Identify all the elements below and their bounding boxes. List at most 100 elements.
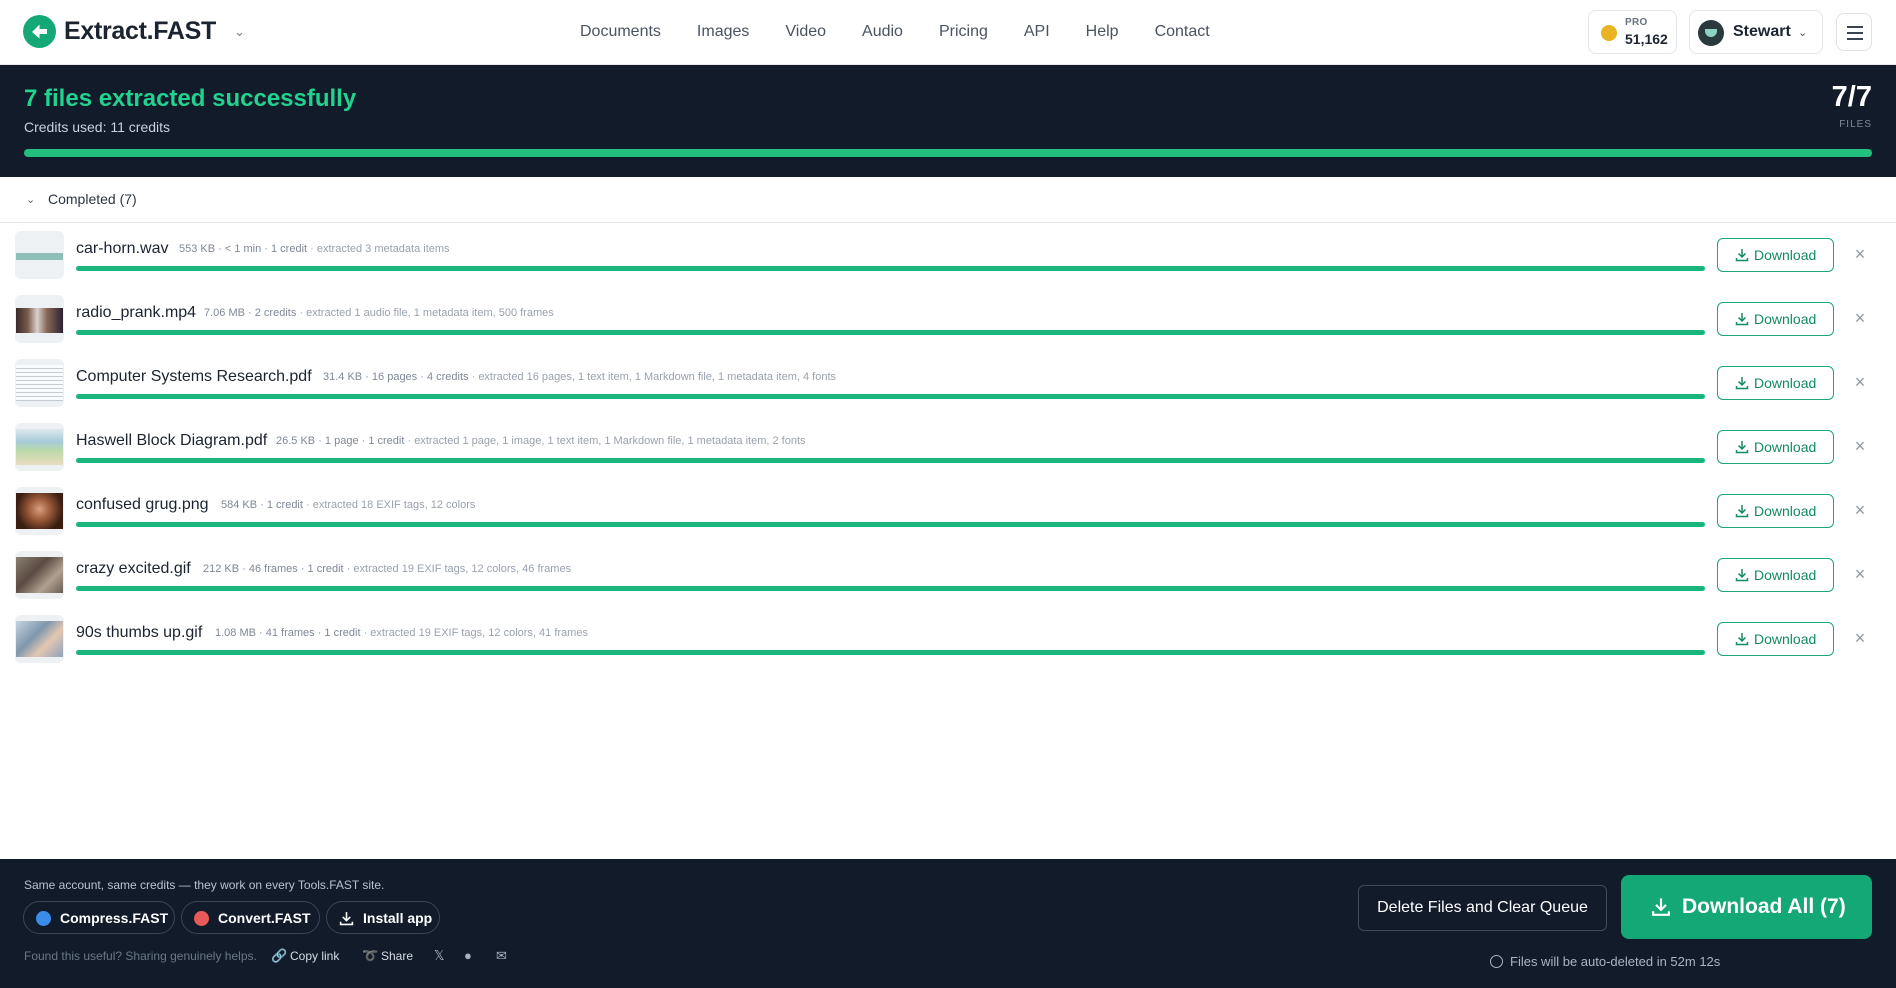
- file-row: radio_prank.mp4 7.06 MB · 2 credits · ex…: [0, 287, 1896, 351]
- remove-file-icon[interactable]: ×: [1851, 307, 1869, 329]
- reddit-icon[interactable]: ●: [464, 948, 472, 963]
- download-button[interactable]: Download: [1717, 430, 1834, 464]
- file-extracted: · extracted 16 pages, 1 text item, 1 Mar…: [471, 371, 836, 383]
- top-header: Extract.FAST ⌄ Documents Images Video Au…: [0, 0, 1896, 65]
- logo-text: Extract.FAST: [64, 17, 217, 45]
- file-meta: 31.4 KB · 16 pages · 4 credits · extract…: [323, 371, 836, 383]
- nav-documents[interactable]: Documents: [580, 23, 661, 41]
- file-meta: 212 KB · 46 frames · 1 credit · extracte…: [203, 563, 571, 575]
- nav-help[interactable]: Help: [1086, 23, 1119, 41]
- download-icon: [1735, 249, 1749, 262]
- file-count-label: FILES: [1839, 119, 1872, 130]
- file-stats: 31.4 KB · 16 pages · 4 credits: [323, 371, 469, 383]
- nav-audio[interactable]: Audio: [862, 23, 903, 41]
- remove-file-icon[interactable]: ×: [1851, 435, 1869, 457]
- clock-icon: [1490, 955, 1503, 968]
- file-row: confused grug.png 584 KB · 1 credit · ex…: [0, 479, 1896, 543]
- auto-delete-timer: Files will be auto-deleted in 52m 12s: [1490, 954, 1720, 969]
- overall-progress-bar: [24, 149, 1872, 157]
- download-button[interactable]: Download: [1717, 302, 1834, 336]
- remove-file-icon[interactable]: ×: [1851, 371, 1869, 393]
- copy-link-button[interactable]: Copy link: [290, 949, 339, 963]
- file-stats: 212 KB · 46 frames · 1 credit: [203, 563, 344, 575]
- remove-file-icon[interactable]: ×: [1851, 243, 1869, 265]
- download-button[interactable]: Download: [1717, 622, 1834, 656]
- compress-icon: [36, 911, 51, 926]
- download-icon: [339, 912, 354, 926]
- download-label: Download: [1754, 311, 1817, 327]
- download-label: Download: [1754, 567, 1817, 583]
- convert-fast-link[interactable]: Convert.FAST: [181, 901, 320, 934]
- file-stats: 553 KB · < 1 min · 1 credit: [179, 243, 308, 255]
- file-name: crazy excited.gif: [76, 560, 191, 577]
- download-button[interactable]: Download: [1717, 494, 1834, 528]
- download-all-button[interactable]: Download All (7): [1621, 875, 1872, 939]
- download-icon: [1735, 377, 1749, 390]
- status-title: 7 files extracted successfully: [24, 85, 357, 112]
- file-meta: 26.5 KB · 1 page · 1 credit · extracted …: [276, 435, 806, 447]
- remove-file-icon[interactable]: ×: [1851, 499, 1869, 521]
- nav-pricing[interactable]: Pricing: [939, 23, 988, 41]
- status-banner: 7 files extracted successfully Credits u…: [0, 65, 1896, 177]
- download-icon: [1735, 441, 1749, 454]
- file-row: Haswell Block Diagram.pdf 26.5 KB · 1 pa…: [0, 415, 1896, 479]
- remove-file-icon[interactable]: ×: [1851, 563, 1869, 585]
- remove-file-icon[interactable]: ×: [1851, 627, 1869, 649]
- file-thumbnail: [15, 423, 64, 471]
- install-app-button[interactable]: Install app: [326, 901, 440, 934]
- file-stats: 26.5 KB · 1 page · 1 credit: [276, 435, 405, 447]
- auto-delete-text: Files will be auto-deleted in 52m 12s: [1510, 954, 1721, 969]
- nav-video[interactable]: Video: [785, 23, 826, 41]
- footer-note: Same account, same credits — they work o…: [24, 878, 385, 892]
- download-label: Download: [1754, 439, 1817, 455]
- file-thumbnail: [15, 295, 64, 343]
- download-button[interactable]: Download: [1717, 558, 1834, 592]
- file-thumbnail: [15, 231, 64, 279]
- nav-images[interactable]: Images: [697, 23, 749, 41]
- main-nav: Documents Images Video Audio Pricing API…: [580, 0, 1246, 64]
- credits-used: Credits used: 11 credits: [24, 119, 171, 135]
- download-button[interactable]: Download: [1717, 238, 1834, 272]
- file-meta: 7.06 MB · 2 credits · extracted 1 audio …: [204, 307, 554, 319]
- file-extracted: · extracted 18 EXIF tags, 12 colors: [306, 499, 476, 511]
- download-icon: [1735, 313, 1749, 326]
- file-extracted: · extracted 1 audio file, 1 metadata ite…: [299, 307, 554, 319]
- download-label: Download: [1754, 375, 1817, 391]
- coin-icon: [1601, 25, 1617, 41]
- delete-files-button[interactable]: Delete Files and Clear Queue: [1358, 885, 1607, 931]
- file-progress-bar: [76, 586, 1705, 591]
- nav-api[interactable]: API: [1024, 23, 1050, 41]
- file-name: confused grug.png: [76, 496, 209, 513]
- email-icon[interactable]: ✉: [496, 948, 507, 964]
- file-stats: 1.08 MB · 41 frames · 1 credit: [215, 627, 361, 639]
- credits-badge[interactable]: PRO 51,162: [1588, 10, 1677, 54]
- plan-label: PRO: [1625, 17, 1648, 28]
- share-icon: ➰: [362, 948, 379, 963]
- file-thumbnail: [15, 551, 64, 599]
- file-row: car-horn.wav 553 KB · < 1 min · 1 credit…: [0, 223, 1896, 287]
- user-menu[interactable]: Stewart ⌄: [1689, 10, 1823, 54]
- download-label: Download: [1754, 247, 1817, 263]
- avatar: [1698, 20, 1724, 46]
- nav-contact[interactable]: Contact: [1155, 23, 1210, 41]
- logo[interactable]: Extract.FAST ⌄: [23, 15, 245, 48]
- chevron-down-icon[interactable]: ⌄: [234, 24, 245, 40]
- download-all-label: Download All (7): [1682, 895, 1846, 918]
- logo-icon: [23, 15, 56, 48]
- file-name: Computer Systems Research.pdf: [76, 368, 312, 385]
- file-extracted: · extracted 19 EXIF tags, 12 colors, 46 …: [346, 563, 572, 575]
- compress-fast-link[interactable]: Compress.FAST: [23, 901, 175, 934]
- file-extracted: · extracted 19 EXIF tags, 12 colors, 41 …: [363, 627, 588, 639]
- file-stats: 584 KB · 1 credit: [221, 499, 303, 511]
- chip-label: Compress.FAST: [60, 910, 169, 926]
- download-label: Download: [1754, 503, 1817, 519]
- x-twitter-icon[interactable]: 𝕏: [434, 948, 444, 964]
- hamburger-menu-button[interactable]: [1836, 13, 1872, 51]
- section-label: Completed (7): [48, 191, 137, 207]
- file-list: car-horn.wav 553 KB · < 1 min · 1 credit…: [0, 223, 1896, 671]
- download-button[interactable]: Download: [1717, 366, 1834, 400]
- file-meta: 1.08 MB · 41 frames · 1 credit · extract…: [215, 627, 588, 639]
- share-button[interactable]: Share: [381, 949, 413, 963]
- file-progress-bar: [76, 330, 1705, 335]
- completed-section-toggle[interactable]: ⌄ Completed (7): [0, 177, 1896, 223]
